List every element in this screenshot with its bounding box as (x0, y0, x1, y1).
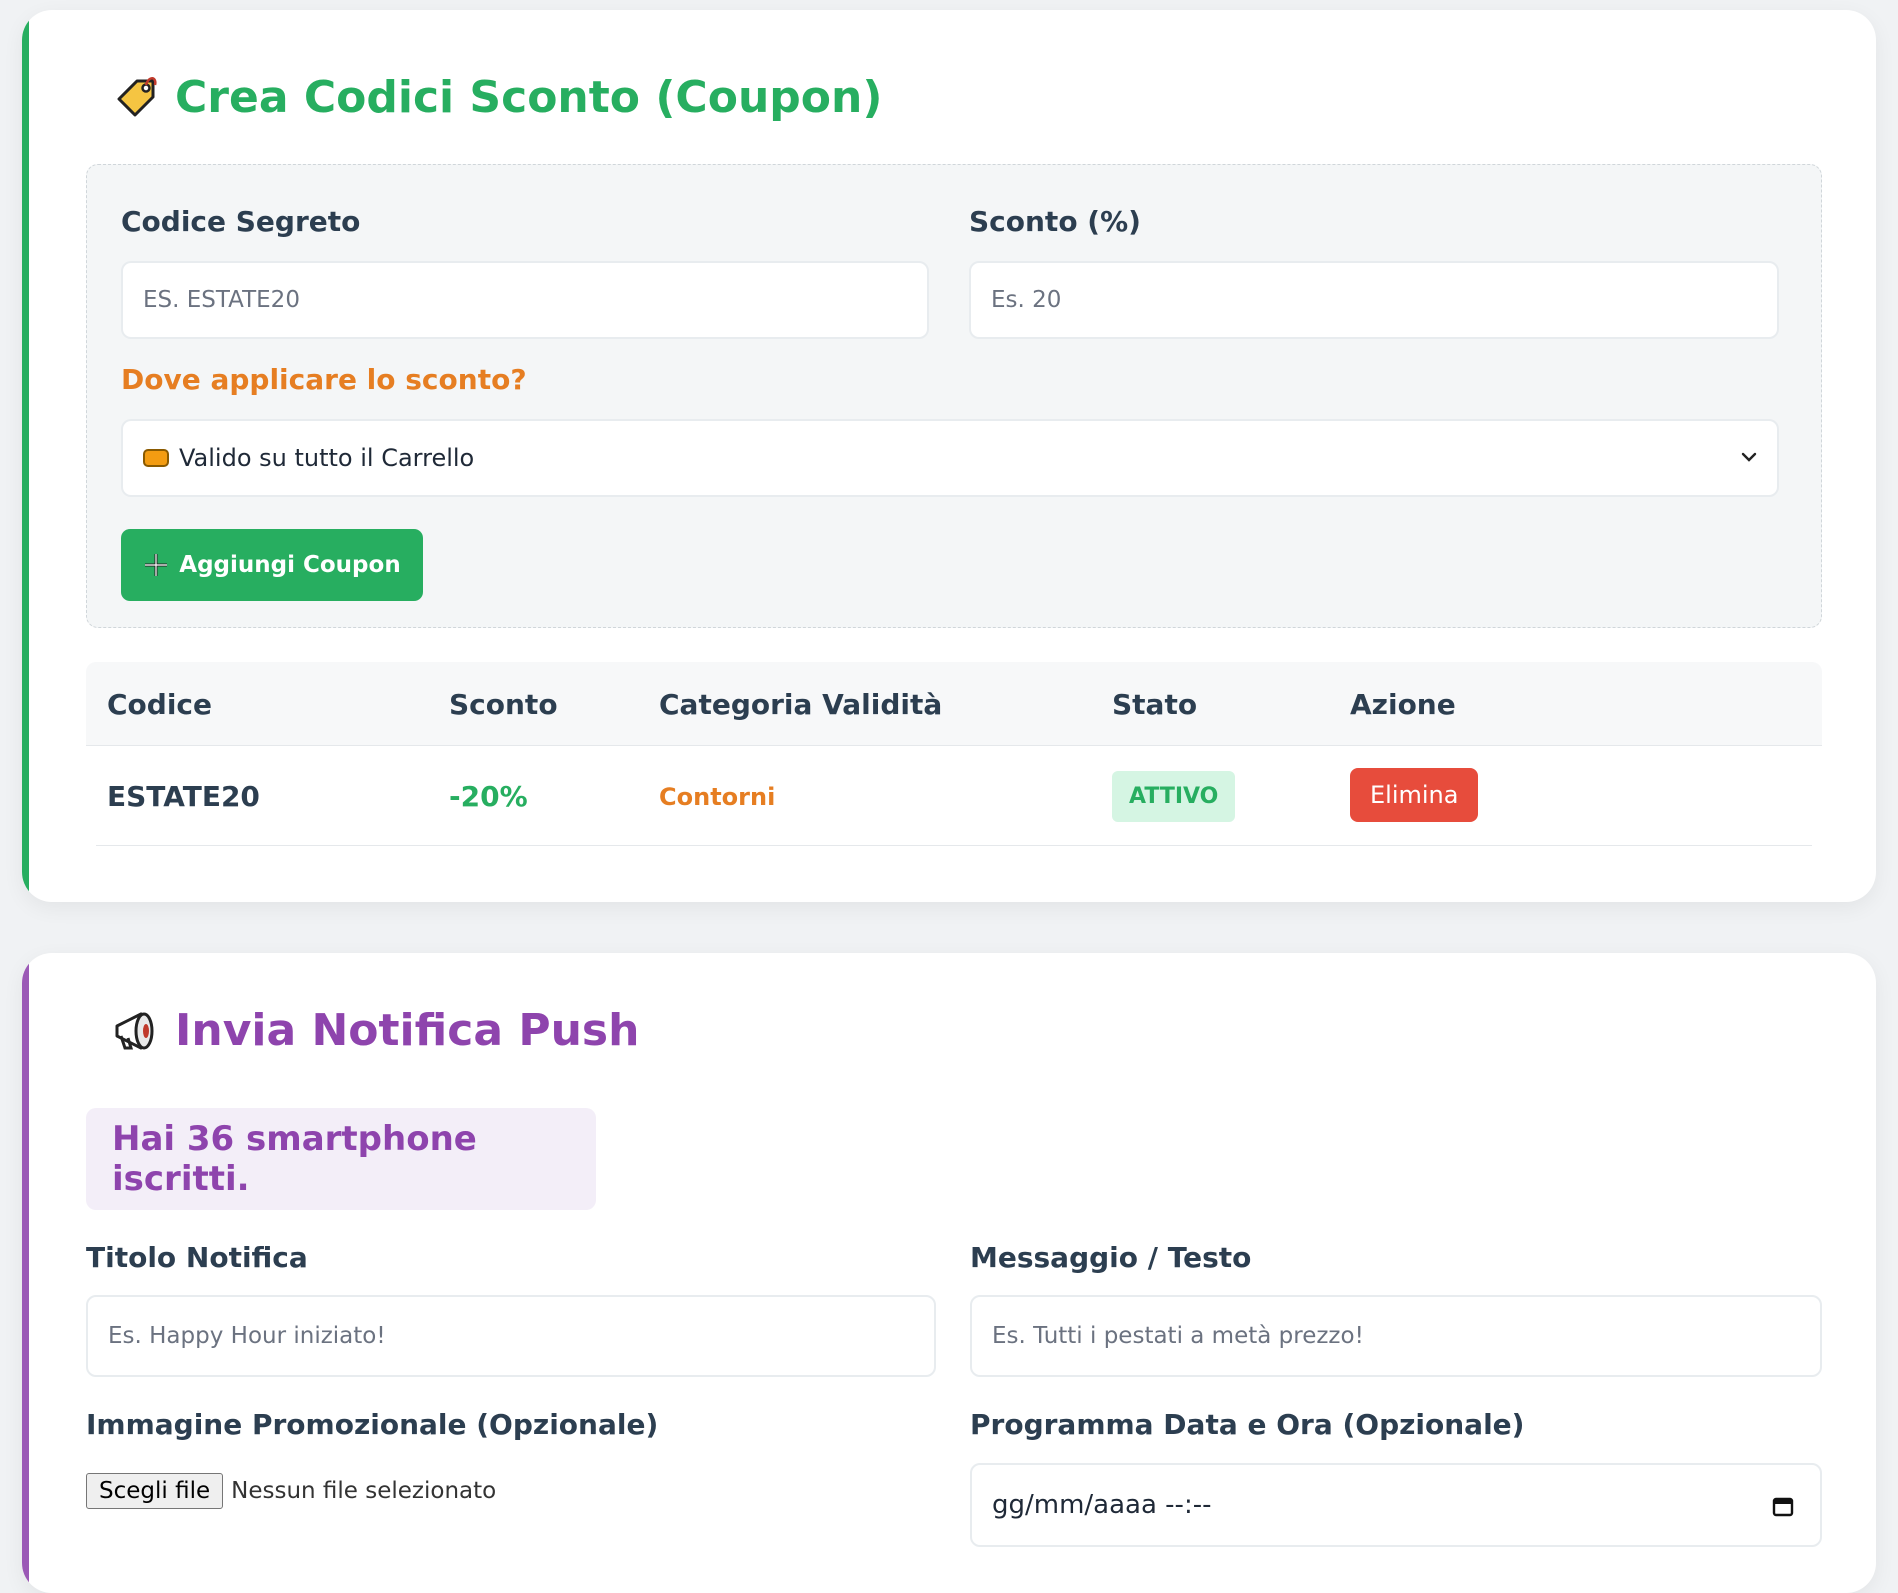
push-title-text: Invia Notifica Push (175, 1005, 640, 1056)
message-label: Messaggio / Testo (970, 1241, 1252, 1274)
choose-file-button[interactable]: Scegli file (86, 1473, 224, 1509)
message-placeholder: Es. Tutti i pestati a metà prezzo! (992, 1323, 1364, 1349)
apply-select[interactable]: Valido su tutto il Carrello (121, 419, 1779, 497)
header-category: Categoria Validità (659, 688, 943, 721)
discount-placeholder: Es. 20 (991, 287, 1062, 313)
schedule-label: Programma Data e Ora (Opzionale) (970, 1408, 1525, 1441)
delete-button[interactable]: Elimina (1350, 768, 1479, 822)
apply-selected-value: Valido su tutto il Carrello (179, 444, 475, 472)
discount-input[interactable]: Es. 20 (969, 261, 1779, 339)
megaphone-icon (115, 1012, 154, 1049)
file-status: Nessun file selezionato (231, 1478, 497, 1504)
coupon-form: Codice Segreto ES. ESTATE20 Sconto (%) E… (86, 164, 1822, 628)
notification-title-input[interactable]: Es. Happy Hour iniziato! (86, 1295, 936, 1377)
coupon-title-text: Crea Codici Sconto (Coupon) (175, 72, 883, 123)
coupon-category: Contorni (659, 783, 776, 811)
subscribers-info: Hai 36 smartphone iscritti. (86, 1108, 596, 1210)
push-title: Invia Notifica Push (111, 1005, 639, 1056)
header-status: Stato (1112, 688, 1198, 721)
coupon-title: Crea Codici Sconto (Coupon) (111, 72, 882, 123)
schedule-placeholder: gg/mm/aaaa --:-- (992, 1490, 1212, 1520)
push-card: Invia Notifica Push Hai 36 smartphone is… (22, 953, 1876, 1593)
coin-icon (143, 449, 169, 467)
tag-icon (117, 76, 157, 116)
calendar-icon[interactable] (1772, 1495, 1794, 1517)
table-header: Codice Sconto Categoria Validità Stato A… (86, 662, 1822, 746)
apply-label: Dove applicare lo sconto? (121, 363, 527, 396)
notification-title-label: Titolo Notifica (86, 1241, 308, 1274)
code-placeholder: ES. ESTATE20 (143, 287, 300, 313)
table-row: ESTATE20 -20% Contorni ATTIVO Elimina (96, 746, 1812, 846)
discount-label: Sconto (%) (969, 205, 1141, 238)
header-action: Azione (1350, 688, 1456, 721)
add-coupon-label: Aggiungi Coupon (179, 552, 401, 578)
coupon-card: Crea Codici Sconto (Coupon) Codice Segre… (22, 10, 1876, 902)
header-discount: Sconto (449, 688, 558, 721)
coupon-table: Codice Sconto Categoria Validità Stato A… (86, 662, 1822, 846)
notification-title-placeholder: Es. Happy Hour iniziato! (108, 1323, 386, 1349)
chevron-down-icon (1741, 452, 1757, 462)
file-picker: Scegli file Nessun file selezionato (86, 1473, 496, 1509)
code-input[interactable]: ES. ESTATE20 (121, 261, 929, 339)
add-coupon-button[interactable]: Aggiungi Coupon (121, 529, 423, 601)
status-badge: ATTIVO (1112, 771, 1236, 822)
image-label: Immagine Promozionale (Opzionale) (86, 1408, 659, 1441)
coupon-discount: -20% (449, 780, 528, 813)
code-label: Codice Segreto (121, 205, 361, 238)
coupon-code: ESTATE20 (107, 780, 260, 813)
message-input[interactable]: Es. Tutti i pestati a metà prezzo! (970, 1295, 1822, 1377)
header-code: Codice (107, 688, 213, 721)
plus-icon (145, 554, 168, 576)
schedule-input[interactable]: gg/mm/aaaa --:-- (970, 1463, 1822, 1547)
